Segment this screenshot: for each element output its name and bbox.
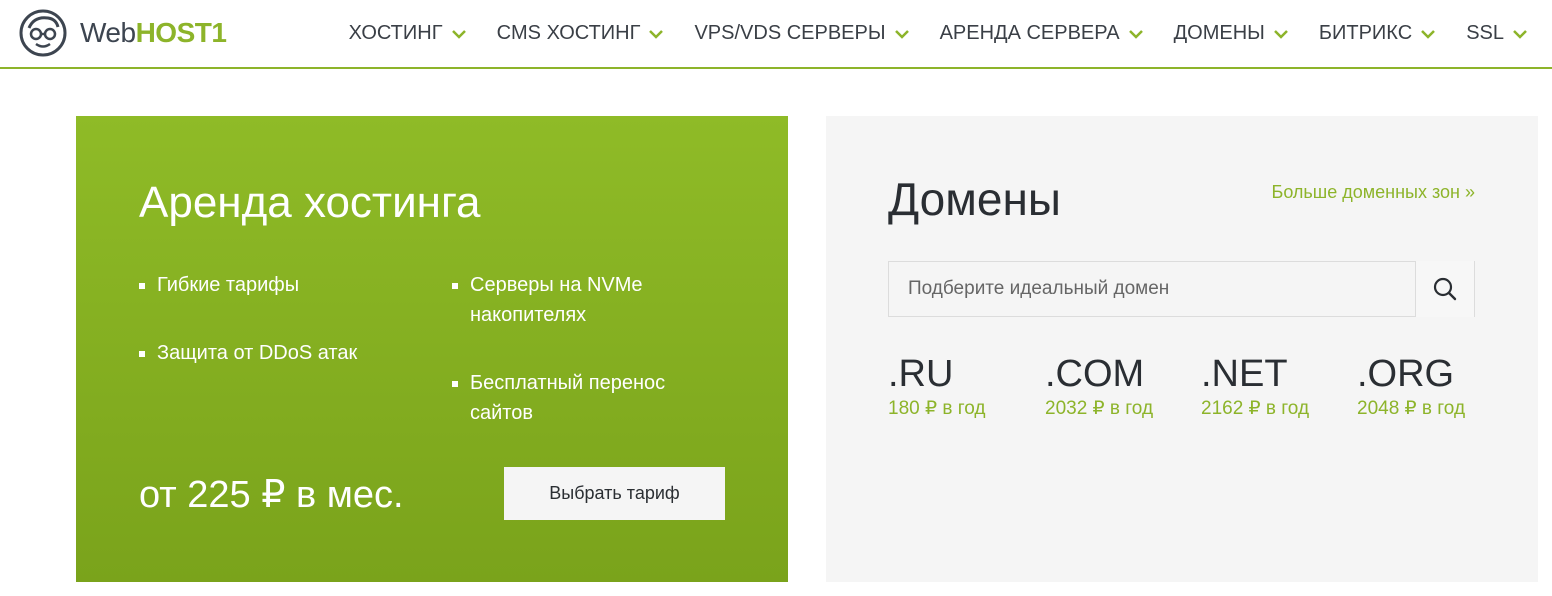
feature-item: Гибкие тарифы xyxy=(139,270,299,300)
chevron-down-icon xyxy=(1513,29,1527,39)
chevron-down-icon xyxy=(1273,29,1288,39)
chevron-down-icon xyxy=(451,29,466,39)
site-header: WebHOST1 ХОСТИНГ CMS ХОСТИНГ VPS/VDS СЕР… xyxy=(0,0,1552,69)
nav-label: CMS ХОСТИНГ xyxy=(496,22,641,44)
logo-web: Web xyxy=(80,17,136,48)
feature-item: Бесплатный перенос сайтов xyxy=(452,368,700,428)
zone-price: 2032 ₽ в год xyxy=(1045,398,1154,419)
main-nav: ХОСТИНГ CMS ХОСТИНГ VPS/VDS СЕРВЕРЫ АРЕН… xyxy=(349,0,1528,67)
chevron-down-icon xyxy=(1128,29,1143,39)
chevron-down-icon xyxy=(1421,29,1436,39)
domain-zone-net[interactable]: .NET 2162 ₽ в год xyxy=(1201,351,1309,420)
feature-item: Серверы на NVMe накопителях xyxy=(452,270,700,330)
chevron-down-icon xyxy=(649,29,664,39)
domain-zone-com[interactable]: .COM 2032 ₽ в год xyxy=(1045,351,1153,420)
domain-zone-org[interactable]: .ORG 2048 ₽ в год xyxy=(1357,351,1465,420)
zone-price: 180 ₽ в год xyxy=(888,398,986,419)
hosting-price: от 225 ₽ в мес. xyxy=(139,474,404,516)
nav-label: БИТРИКС xyxy=(1318,22,1413,44)
hosting-title: Аренда хостинга xyxy=(139,178,481,227)
logo-wordmark: WebHOST1 xyxy=(80,17,227,49)
logo-icon xyxy=(19,9,67,57)
logo[interactable]: WebHOST1 xyxy=(18,8,227,58)
choose-tariff-button[interactable]: Выбрать тариф xyxy=(504,467,725,520)
nav-item-hosting[interactable]: ХОСТИНГ xyxy=(349,22,467,45)
nav-item-bitrix[interactable]: БИТРИКС xyxy=(1319,22,1436,45)
domain-search xyxy=(888,261,1475,317)
domain-zone-ru[interactable]: .RU 180 ₽ в год xyxy=(888,351,985,420)
zone-price: 2048 ₽ в год xyxy=(1357,398,1466,419)
more-domain-zones-link[interactable]: Больше доменных зон » xyxy=(1272,182,1476,203)
zone-name: .COM xyxy=(1045,353,1145,395)
domains-title: Домены xyxy=(888,173,1061,225)
hosting-card: Аренда хостинга Гибкие тарифы Серверы на… xyxy=(76,116,788,582)
domain-search-input[interactable] xyxy=(889,262,1417,316)
chevron-down-icon xyxy=(894,29,909,39)
nav-item-vps[interactable]: VPS/VDS СЕРВЕРЫ xyxy=(694,22,909,45)
search-icon xyxy=(1433,277,1457,301)
nav-label: ДОМЕНЫ xyxy=(1173,22,1265,44)
nav-item-cms-hosting[interactable]: CMS ХОСТИНГ xyxy=(497,22,665,45)
nav-item-server-rent[interactable]: АРЕНДА СЕРВЕРА xyxy=(940,22,1144,45)
logo-host: HOST1 xyxy=(135,17,227,48)
feature-item: Защита от DDoS атак xyxy=(139,338,357,368)
zone-price: 2162 ₽ в год xyxy=(1201,398,1310,419)
domains-card: Домены Больше доменных зон » .RU 180 ₽ в… xyxy=(826,116,1538,582)
nav-label: VPS/VDS СЕРВЕРЫ xyxy=(694,22,886,44)
nav-item-domains[interactable]: ДОМЕНЫ xyxy=(1174,22,1289,45)
nav-label: АРЕНДА СЕРВЕРА xyxy=(939,22,1120,44)
zone-name: .RU xyxy=(888,353,954,395)
nav-label: SSL xyxy=(1466,22,1504,44)
nav-item-ssl[interactable]: SSL xyxy=(1466,22,1528,45)
zone-name: .NET xyxy=(1201,353,1288,395)
search-button[interactable] xyxy=(1415,261,1474,317)
zone-name: .ORG xyxy=(1357,353,1455,395)
nav-label: ХОСТИНГ xyxy=(348,22,443,44)
